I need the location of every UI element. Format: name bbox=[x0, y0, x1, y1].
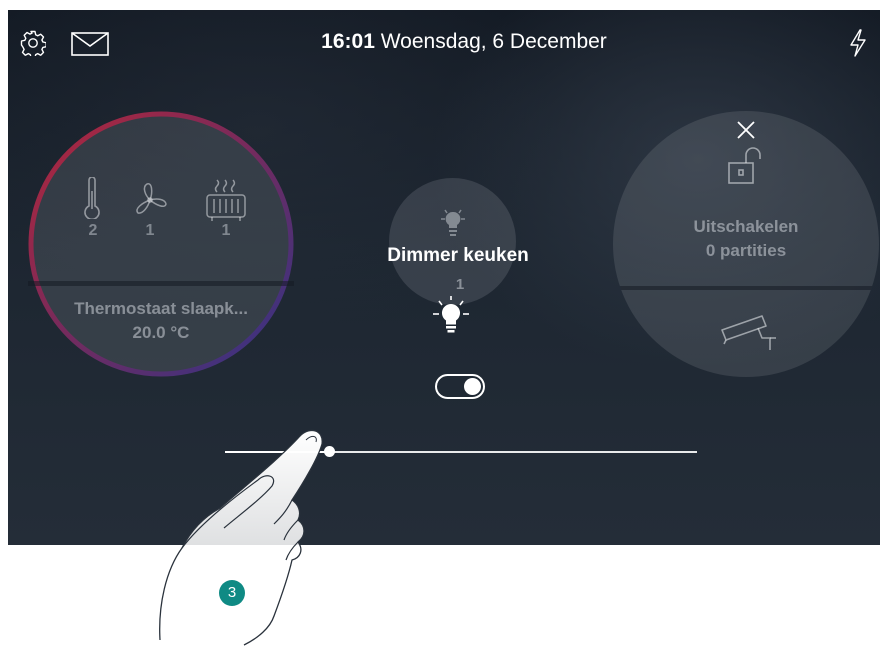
fan-count: 1 bbox=[145, 222, 155, 239]
thermostat-widget[interactable]: 2 1 1 Thermostaat slaapk... 20.0 °C bbox=[28, 111, 294, 377]
lightning-icon bbox=[850, 29, 866, 57]
dimmer-title: Dimmer keuken bbox=[387, 245, 529, 266]
alarm-partitions: 0 partities bbox=[705, 241, 787, 260]
alarm-divider bbox=[613, 286, 879, 290]
camera-icon bbox=[721, 315, 776, 350]
step-badge: 3 bbox=[219, 580, 245, 606]
bulb-dim-icon bbox=[441, 209, 465, 236]
thermometer-count: 2 bbox=[88, 222, 98, 239]
alarm-status: Uitschakelen bbox=[693, 217, 799, 236]
thermometer-icon bbox=[84, 177, 100, 219]
clock: 16:01 Woensdag, 6 December bbox=[304, 30, 624, 54]
unlock-icon bbox=[728, 147, 761, 184]
bulb-on-icon bbox=[433, 296, 469, 333]
thermostat-temperature: 20.0 °C bbox=[132, 323, 190, 342]
toggle-knob bbox=[464, 378, 481, 395]
gear-icon bbox=[20, 30, 46, 56]
messages-button[interactable] bbox=[71, 32, 109, 56]
settings-button[interactable] bbox=[20, 30, 46, 56]
thermostat-name: Thermostaat slaapk... bbox=[74, 299, 248, 318]
close-icon bbox=[737, 121, 755, 139]
dimmer-toggle[interactable] bbox=[435, 374, 485, 399]
mail-icon bbox=[71, 32, 109, 56]
dimmer-count: 1 bbox=[455, 276, 465, 293]
screen: 16:01 Woensdag, 6 December 2 1 1 Thermos… bbox=[8, 10, 880, 545]
close-button[interactable] bbox=[736, 120, 756, 140]
pointing-hand-illustration bbox=[159, 429, 323, 646]
clock-date: Woensdag, 6 December bbox=[380, 30, 607, 53]
radiator-count: 1 bbox=[221, 222, 231, 239]
clock-time: 16:01 bbox=[321, 30, 375, 53]
radiator-icon bbox=[206, 179, 246, 221]
fan-icon bbox=[136, 183, 167, 214]
energy-button[interactable] bbox=[848, 29, 868, 57]
